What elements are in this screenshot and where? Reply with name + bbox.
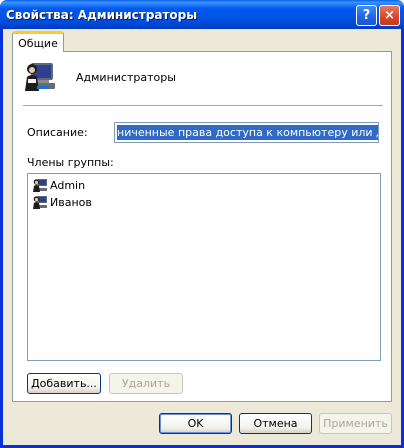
ok-button[interactable]: OK — [159, 413, 232, 434]
close-button[interactable]: × — [379, 5, 400, 26]
member-name: Иванов — [50, 195, 92, 209]
tab-general[interactable]: Общие — [12, 31, 64, 52]
general-tab-panel: Администраторы Описание: ниченные права … — [12, 51, 392, 402]
group-name: Администраторы — [76, 71, 176, 84]
list-item[interactable]: Иванов — [32, 194, 92, 210]
remove-member-button[interactable]: Удалить — [109, 373, 183, 394]
member-name: Admin — [50, 178, 86, 192]
properties-dialog: Свойства: Администраторы ? × Общие Админ… — [0, 0, 404, 448]
users-group-icon — [25, 63, 55, 91]
members-label: Члены группы: — [27, 156, 114, 169]
description-field[interactable]: ниченные права доступа к компьютеру или … — [114, 122, 379, 143]
members-list[interactable]: Admin Иванов — [27, 173, 381, 361]
title-bar[interactable]: Свойства: Администраторы ? × — [0, 0, 404, 29]
window-title: Свойства: Администраторы — [6, 7, 198, 22]
user-icon — [33, 179, 47, 192]
user-icon — [33, 196, 47, 209]
separator — [23, 105, 383, 107]
help-button[interactable]: ? — [356, 5, 377, 26]
tab-general-label: Общие — [18, 36, 58, 50]
description-label: Описание: — [27, 126, 88, 139]
cancel-button[interactable]: Отмена — [239, 413, 312, 434]
add-member-button[interactable]: Добавить... — [27, 373, 101, 394]
description-value: ниченные права доступа к компьютеру или … — [117, 125, 378, 140]
apply-button[interactable]: Применить — [319, 413, 392, 434]
list-item[interactable]: Admin — [32, 177, 85, 193]
